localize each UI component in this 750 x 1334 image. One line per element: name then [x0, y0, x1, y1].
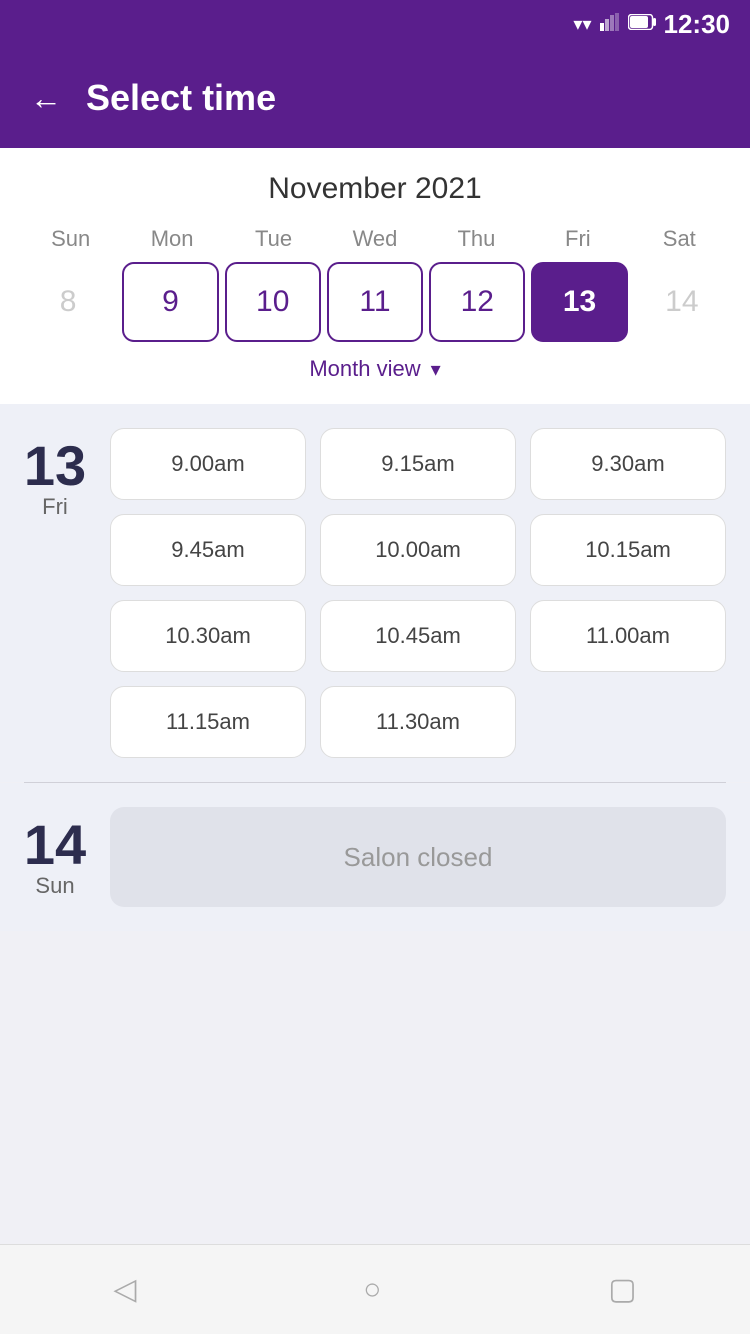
time-slot-915am[interactable]: 9.15am [320, 428, 516, 500]
time-slot-1130am[interactable]: 11.30am [320, 686, 516, 758]
back-nav-icon[interactable]: ◁ [113, 1272, 136, 1307]
weekday-mon: Mon [121, 226, 222, 252]
signal-icon [600, 13, 620, 36]
bottom-nav: ◁ ○ ▢ [0, 1244, 750, 1334]
day-number-14: 14 [24, 817, 86, 873]
time-slot-945am[interactable]: 9.45am [110, 514, 306, 586]
time-section-13: 13 Fri 9.00am 9.15am 9.30am 9.45am 10.00… [0, 404, 750, 782]
day-number-13: 13 [24, 438, 86, 494]
date-cell-11[interactable]: 11 [327, 262, 423, 342]
calendar-section: November 2021 Sun Mon Tue Wed Thu Fri Sa… [0, 148, 750, 404]
back-button[interactable]: ← [30, 80, 62, 117]
date-cell-13[interactable]: 13 [531, 262, 627, 342]
status-icons: ▾▾ 12:30 [573, 9, 730, 40]
battery-icon [628, 14, 656, 35]
month-view-label: Month view [309, 356, 420, 382]
weekday-sun: Sun [20, 226, 121, 252]
wifi-icon: ▾▾ [573, 14, 591, 35]
weekday-row: Sun Mon Tue Wed Thu Fri Sat [20, 226, 730, 252]
salon-closed-text: Salon closed [344, 842, 493, 873]
dates-row: 8 9 10 11 12 13 14 [20, 262, 730, 342]
date-cell-12[interactable]: 12 [429, 262, 525, 342]
date-cell-14[interactable]: 14 [634, 262, 730, 342]
time-slot-900am[interactable]: 9.00am [110, 428, 306, 500]
status-time: 12:30 [664, 9, 731, 40]
closed-section-14: 14 Sun Salon closed [0, 783, 750, 931]
chevron-down-icon: ▾ [431, 357, 441, 382]
weekday-fri: Fri [527, 226, 628, 252]
salon-closed-panel: Salon closed [110, 807, 726, 907]
time-slot-1115am[interactable]: 11.15am [110, 686, 306, 758]
month-title: November 2021 [20, 172, 730, 206]
recent-nav-icon[interactable]: ▢ [608, 1272, 636, 1307]
date-cell-8[interactable]: 8 [20, 262, 116, 342]
date-cell-10[interactable]: 10 [225, 262, 321, 342]
time-slot-1015am[interactable]: 10.15am [530, 514, 726, 586]
home-nav-icon[interactable]: ○ [363, 1273, 381, 1307]
status-bar: ▾▾ 12:30 [0, 0, 750, 48]
time-slots-grid: 9.00am 9.15am 9.30am 9.45am 10.00am 10.1… [110, 428, 726, 758]
day-name-14: Sun [35, 873, 74, 899]
date-cell-9[interactable]: 9 [122, 262, 218, 342]
time-slot-1100am[interactable]: 11.00am [530, 600, 726, 672]
weekday-tue: Tue [223, 226, 324, 252]
header: ← Select time [0, 48, 750, 148]
weekday-thu: Thu [426, 226, 527, 252]
month-view-toggle[interactable]: Month view ▾ [20, 342, 730, 388]
weekday-sat: Sat [629, 226, 730, 252]
time-slot-1000am[interactable]: 10.00am [320, 514, 516, 586]
day-label-14: 14 Sun [0, 807, 110, 907]
weekday-wed: Wed [324, 226, 425, 252]
day-name-13: Fri [42, 494, 68, 520]
time-slot-1045am[interactable]: 10.45am [320, 600, 516, 672]
time-slot-1030am[interactable]: 10.30am [110, 600, 306, 672]
page-title: Select time [86, 77, 276, 119]
time-slot-930am[interactable]: 9.30am [530, 428, 726, 500]
day-label-13: 13 Fri [0, 428, 110, 758]
